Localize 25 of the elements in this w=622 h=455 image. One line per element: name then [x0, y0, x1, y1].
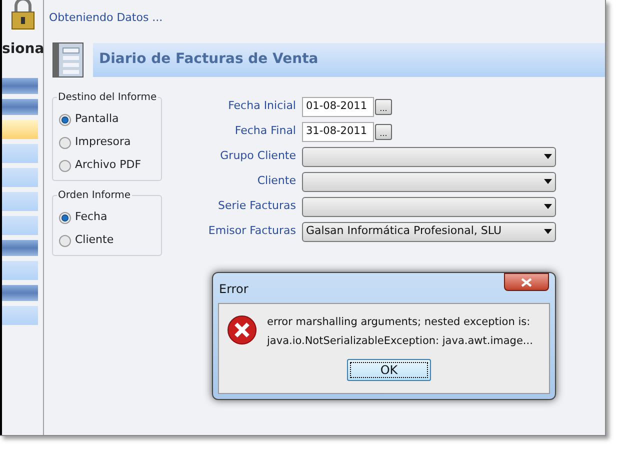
dropdown[interactable]: Galsan Informática Profesional, SLU — [302, 222, 556, 242]
date-field[interactable]: 31-08-2011 — [302, 122, 374, 142]
date-picker-button[interactable]: ... — [375, 124, 392, 140]
ok-button[interactable]: OK — [347, 359, 431, 381]
field-label: Grupo Cliente — [219, 148, 297, 164]
field-label: Cliente — [256, 173, 297, 190]
error-message: java.io.NotSerializableException: java.awt.image... — [267, 334, 533, 349]
radio-option[interactable]: Archivo PDF — [59, 156, 142, 176]
dialog-title: Error — [219, 281, 248, 298]
radio-option[interactable]: Cliente — [59, 230, 114, 250]
date-picker-button[interactable]: ... — [375, 98, 392, 114]
group-title: Orden Informe — [57, 188, 132, 202]
error-message: error marshalling arguments; nested exception is: — [267, 315, 532, 330]
date-field[interactable]: 01-08-2011 — [302, 96, 374, 116]
radio-option[interactable]: Fecha — [59, 208, 108, 228]
field-label: Fecha Final — [234, 123, 297, 140]
app-title: siona — [2, 42, 43, 56]
field-label: Fecha Inicial — [227, 98, 297, 114]
field-label: Emisor Facturas — [207, 223, 297, 240]
radio-option[interactable]: Impresora — [59, 132, 131, 152]
report-title: Diario de Facturas de Venta — [99, 50, 318, 69]
group-title: Destino del Informe — [57, 90, 158, 104]
status-text: Obteniendo Datos ... — [49, 10, 163, 26]
field-label: Serie Facturas — [217, 198, 297, 214]
radio-option[interactable]: Pantalla — [59, 110, 119, 130]
